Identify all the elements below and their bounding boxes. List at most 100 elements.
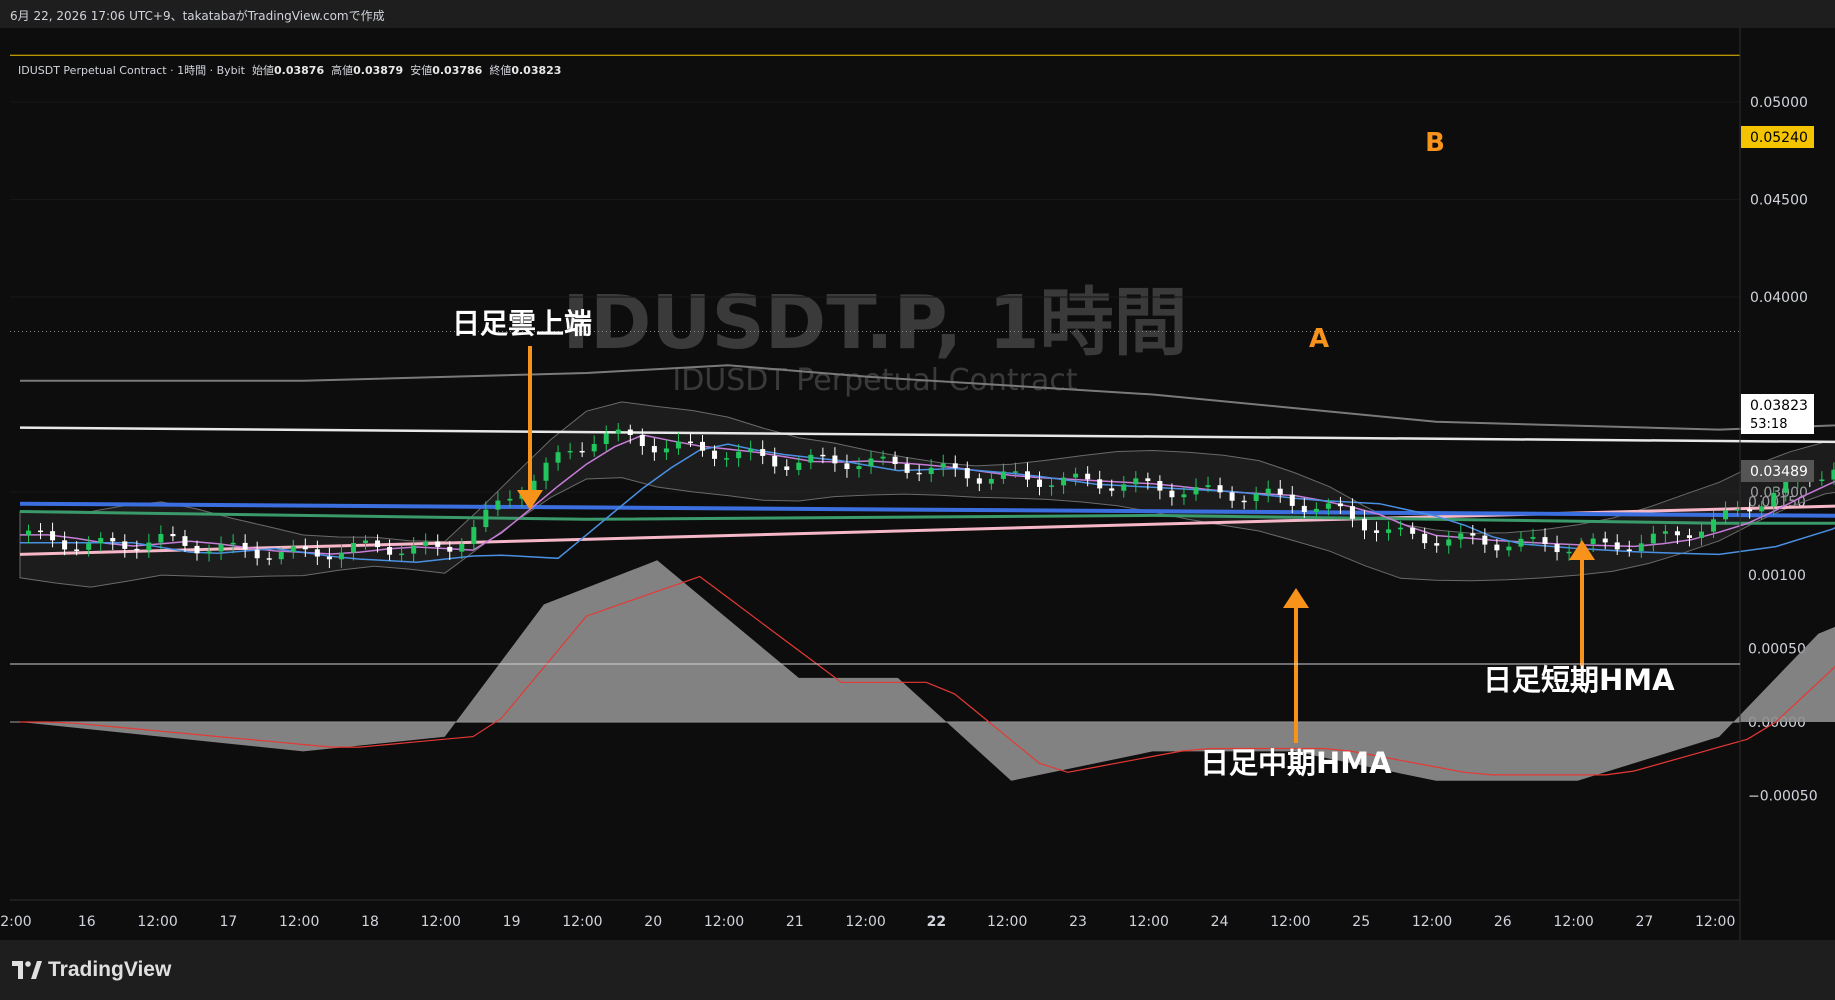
osc-tick-label: 0.00100 <box>1748 568 1806 584</box>
candle-body <box>1434 543 1440 546</box>
candle-body <box>471 527 477 544</box>
candle-body <box>447 546 453 552</box>
candle-body <box>326 556 332 560</box>
candle-body <box>976 478 982 484</box>
annotation-mid-hma: 日足中期HMA <box>1200 746 1392 780</box>
watermark-subtitle: IDUSDT Perpetual Contract <box>672 363 1078 398</box>
candle-body <box>675 441 681 449</box>
candle-body <box>38 530 44 533</box>
candle-body <box>1542 537 1548 545</box>
time-tick-label: 12:00 <box>279 914 319 930</box>
candle-body <box>724 458 730 460</box>
candle-body <box>1253 493 1259 502</box>
candle-body <box>543 462 549 481</box>
candle-body <box>350 543 356 553</box>
candle-body <box>507 498 513 501</box>
time-tick-label: 12:00 <box>1695 914 1735 930</box>
candle-body <box>1361 518 1367 531</box>
last-price-label: 0.03823 <box>1750 398 1808 414</box>
candle-body <box>1686 535 1692 538</box>
candle-body <box>1470 533 1476 536</box>
candle-body <box>1819 479 1825 482</box>
candle-body <box>1097 479 1103 489</box>
candle-body <box>74 549 80 551</box>
candle-body <box>146 542 152 551</box>
candle-body <box>603 433 609 444</box>
candle-body <box>50 531 56 541</box>
candle-body <box>1374 530 1380 533</box>
level-price-label: 0.03489 <box>1750 464 1808 480</box>
candle-body <box>1121 484 1127 491</box>
candle-body <box>1638 543 1644 552</box>
legend-open-label: 始値 <box>252 64 274 77</box>
time-tick-label: 12:00 <box>845 914 885 930</box>
watermark-title: IDUSDT.P, 1時間 <box>562 280 1187 366</box>
candle-body <box>627 429 633 435</box>
candle-body <box>1626 549 1632 552</box>
candle-body <box>290 546 296 553</box>
candle-body <box>904 464 910 473</box>
candle-body <box>399 553 405 556</box>
legend-high-label: 高値 <box>331 64 354 77</box>
time-tick-label: 16 <box>78 914 96 930</box>
candle-body <box>1530 537 1536 539</box>
legend-symbol: IDUSDT Perpetual Contract · 1時間 · Bybit <box>18 64 245 77</box>
candle-body <box>98 537 104 544</box>
candle-body <box>1012 471 1018 473</box>
candle-body <box>134 548 140 551</box>
candle-body <box>1614 542 1620 550</box>
candle-body <box>170 533 176 537</box>
time-tick-label: 26 <box>1494 914 1512 930</box>
time-tick-label: 12:00 <box>421 914 461 930</box>
candle-body <box>1037 479 1043 487</box>
legend-high-value: 0.03879 <box>353 64 404 77</box>
candle-body <box>916 472 922 475</box>
candle-body <box>1241 500 1247 503</box>
candle-body <box>772 455 778 467</box>
candle-body <box>194 545 200 554</box>
candle-body <box>940 463 946 468</box>
candle-body <box>1771 492 1777 507</box>
target-price-label: 0.05240 <box>1750 130 1808 146</box>
time-tick-label: 12:00 <box>1412 914 1452 930</box>
candle-body <box>1349 506 1355 519</box>
time-tick-label: 18 <box>361 914 379 930</box>
candle-body <box>1602 538 1608 543</box>
time-tick-label: 23 <box>1069 914 1087 930</box>
candle-body <box>1289 494 1295 506</box>
candle-body <box>1723 510 1729 520</box>
candle-body <box>314 549 320 557</box>
candle-body <box>1494 544 1500 551</box>
chart-svg[interactable]: IDUSDT.P, 1時間 IDUSDT Perpetual Contract … <box>0 0 1835 940</box>
candle-body <box>1169 490 1175 498</box>
candle-body <box>712 450 718 459</box>
candle-body <box>459 543 465 552</box>
candle-body <box>1662 531 1668 534</box>
candle-body <box>1145 478 1151 481</box>
candle-body <box>1000 471 1006 479</box>
candle-body <box>218 544 224 552</box>
candle-body <box>892 456 898 465</box>
candle-body <box>820 454 826 457</box>
chart-area[interactable]: IDUSDT.P, 1時間 IDUSDT Perpetual Contract … <box>0 0 1835 940</box>
candle-body <box>808 454 814 463</box>
legend-low-label: 安値 <box>410 64 433 77</box>
attribution-bar: 6月 22, 2026 17:06 UTC+9、takatabaがTrading… <box>0 0 1835 28</box>
legend-close-value: 0.03823 <box>511 64 562 77</box>
time-tick-label: 12:00 <box>137 914 177 930</box>
candle-body <box>1446 539 1452 546</box>
price-tick-label: 0.05000 <box>1750 95 1808 111</box>
candle-body <box>796 462 802 470</box>
annotation-cloud-top: 日足雲上端 <box>452 307 592 340</box>
candle-body <box>1398 527 1404 530</box>
time-tick-label: 12:00 <box>562 914 602 930</box>
time-tick-label: 19 <box>503 914 521 930</box>
candle-body <box>278 552 284 560</box>
candle-body <box>736 451 742 459</box>
candle-body <box>254 549 260 559</box>
candle-body <box>1566 551 1572 554</box>
tradingview-logo[interactable]: TradingView <box>12 958 171 982</box>
time-tick-label: 24 <box>1211 914 1229 930</box>
candle-body <box>495 500 501 510</box>
footer: TradingView <box>0 940 1835 1000</box>
